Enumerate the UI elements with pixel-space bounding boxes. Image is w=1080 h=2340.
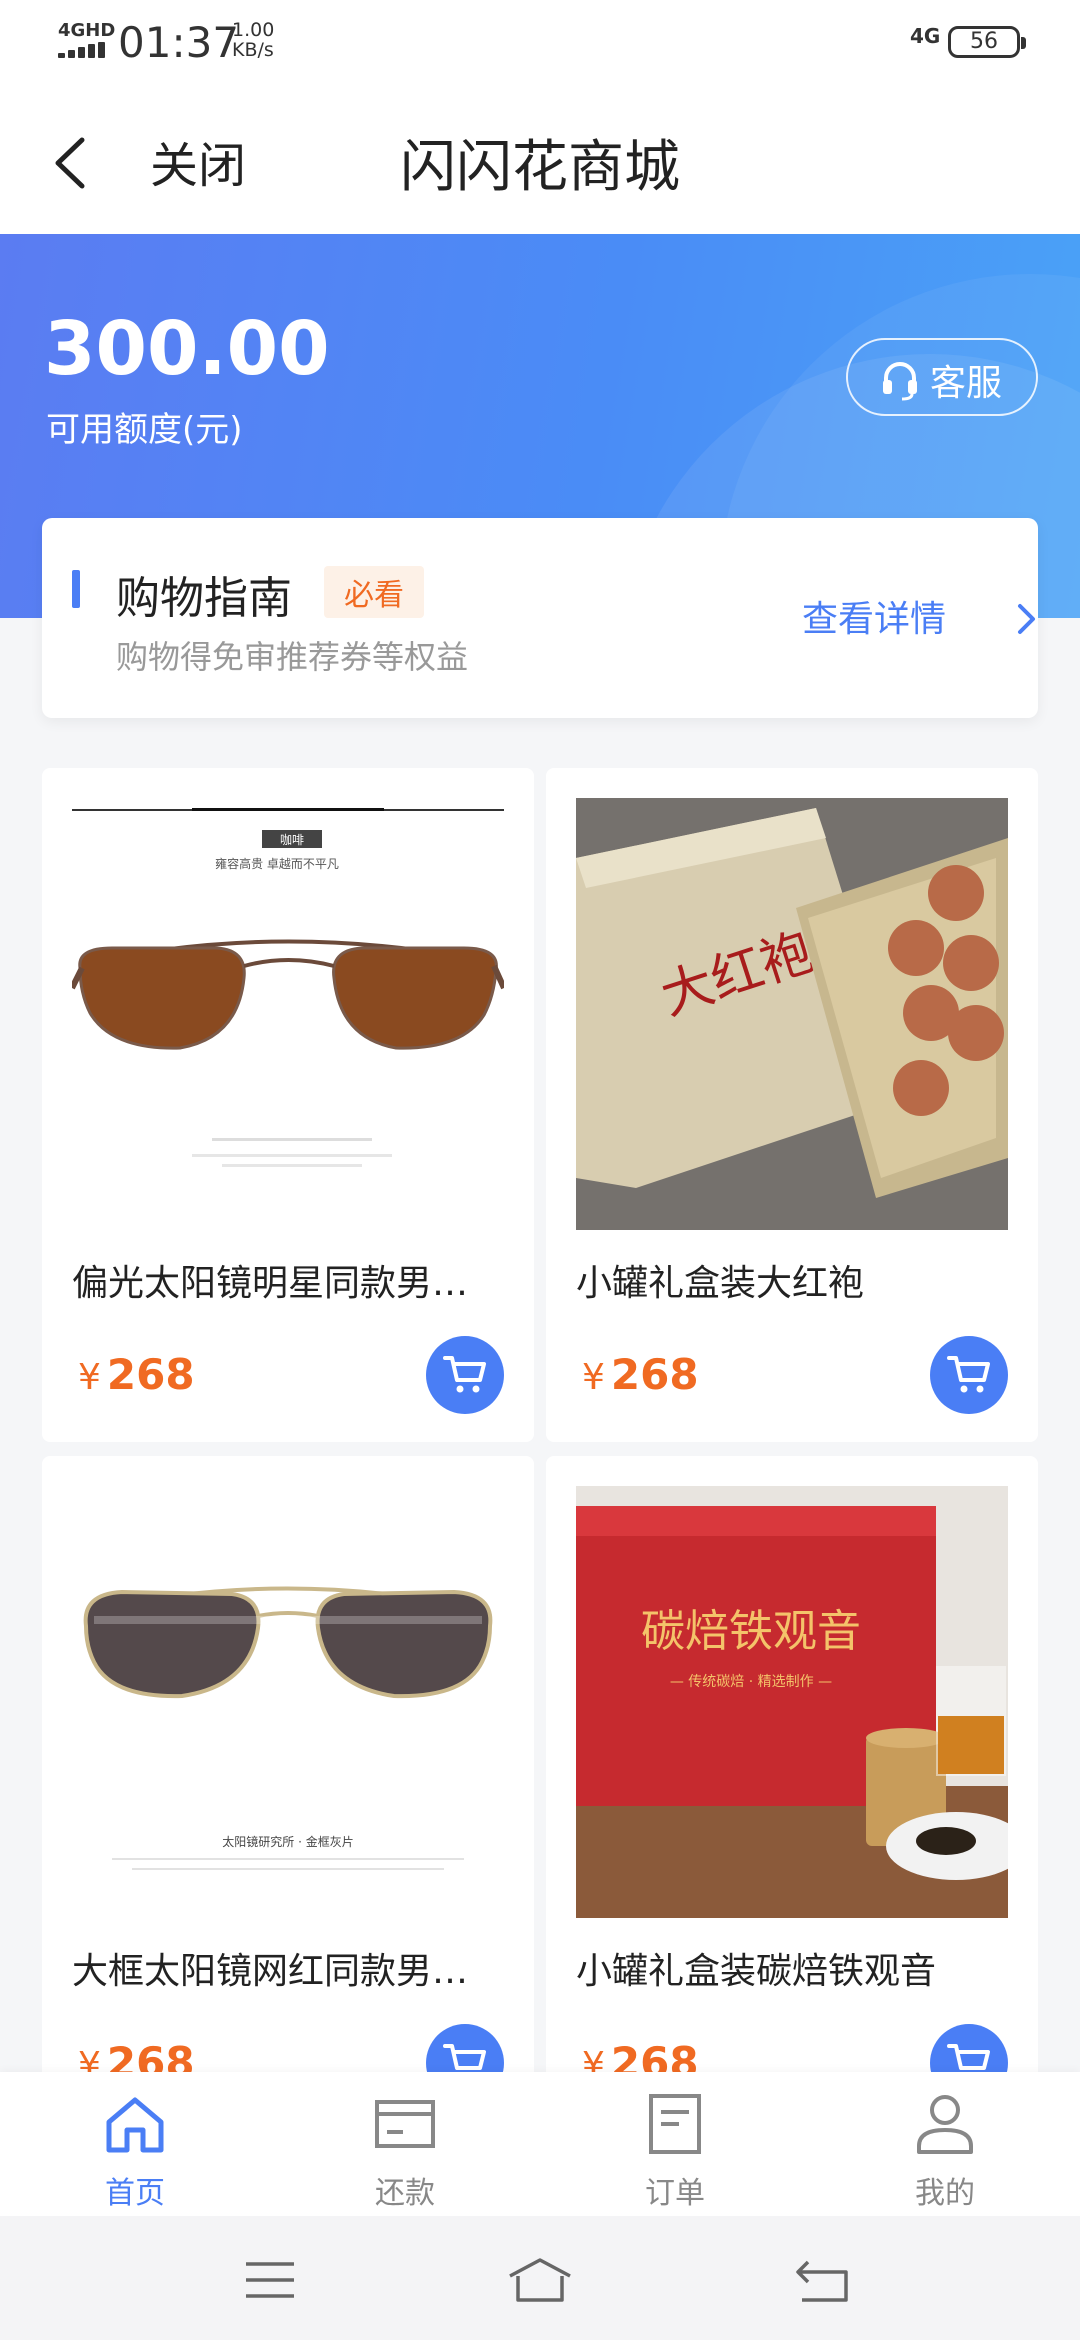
currency-symbol: ¥ (78, 1357, 101, 1398)
image-caption: 雍容高贵 卓越而不平凡 (215, 856, 339, 871)
accent-bar (72, 570, 80, 608)
profile-icon (917, 2095, 973, 2154)
price-value: 268 (610, 1350, 699, 1399)
title-bar: 关闭 闪闪花商城 (0, 82, 1080, 234)
home-button[interactable] (500, 2252, 580, 2308)
cart-icon (947, 1356, 990, 1393)
product-card[interactable]: 太阳镜研究所 · 金框灰片 大框太阳镜网红同款男士… ¥268 (42, 1456, 534, 2130)
product-name: 小罐礼盒装大红袍 (576, 1263, 865, 1304)
price-value: 268 (106, 1350, 195, 1399)
close-button[interactable]: 关闭 (150, 126, 246, 196)
tab-label: 首页 (105, 2176, 165, 2211)
network-speed: 1.00 KB/s (232, 20, 274, 60)
chevron-right-icon (1018, 604, 1035, 634)
page-title: 闪闪花商城 (400, 135, 680, 200)
view-details-link[interactable]: 查看详情 (802, 590, 946, 642)
must-read-badge: 必看 (324, 566, 424, 618)
product-price: ¥268 (582, 1350, 699, 1399)
add-to-cart-button[interactable] (426, 1336, 504, 1414)
tab-repayment[interactable]: 还款 (270, 2072, 540, 2216)
card-icon (375, 2100, 435, 2148)
product-card[interactable]: 咖啡 雍容高贵 卓越而不平凡 偏光太阳镜明星同款男士… ¥268 (42, 768, 534, 1442)
product-image: 大红袍 (576, 798, 1008, 1230)
system-nav-bar (0, 2216, 1080, 2340)
product-name: 偏光太阳镜明星同款男士… (72, 1263, 492, 1304)
product-name: 大框太阳镜网红同款男士… (72, 1951, 492, 1992)
chevron-left-icon (55, 137, 85, 189)
status-bar: 4GHD 01:37 1.00 KB/s 4G 56 (0, 0, 1080, 82)
home-icon (106, 2097, 164, 2153)
product-image: 咖啡 雍容高贵 卓越而不平凡 (72, 798, 504, 1230)
shopping-guide-card[interactable]: 购物指南 必看 购物得免审推荐券等权益 查看详情 (42, 518, 1038, 718)
cart-icon (443, 1356, 486, 1393)
order-icon (649, 2094, 701, 2154)
home-outline-icon (509, 2258, 571, 2302)
image-caption: 太阳镜研究所 · 金框灰片 (222, 1834, 353, 1849)
guide-subtitle: 购物得免审推荐券等权益 (116, 638, 469, 676)
credit-amount: 300.00 (44, 306, 330, 392)
currency-symbol: ¥ (582, 1357, 605, 1398)
product-price: ¥268 (78, 1350, 195, 1399)
battery-icon: 56 (948, 26, 1026, 58)
tab-orders[interactable]: 订单 (540, 2072, 810, 2216)
credit-label: 可用额度(元) (46, 410, 243, 450)
bottom-tab-bar: 首页 还款 订单 我的 (0, 2072, 1080, 2216)
customer-service-button[interactable]: 客服 (846, 338, 1038, 416)
mobile-data-indicator: 4G (910, 24, 941, 48)
network-type: 4GHD (58, 20, 116, 41)
product-name: 小罐礼盒装碳焙铁观音 (576, 1951, 937, 1992)
tab-home[interactable]: 首页 (0, 2072, 270, 2216)
speed-value: 1.00 (232, 19, 275, 41)
customer-service-label: 客服 (930, 363, 1003, 404)
clock: 01:37 (118, 18, 240, 67)
image-label: 咖啡 (280, 832, 304, 847)
product-card[interactable]: 大红袍 小罐礼盒装大红袍 ¥268 (546, 768, 1038, 1442)
image-caption: — 传统碳焙 · 精选制作 — (670, 1674, 832, 1690)
tab-label: 我的 (915, 2176, 975, 2211)
product-card[interactable]: 碳焙铁观音 — 传统碳焙 · 精选制作 — 小罐礼盒装碳焙铁观音 ¥268 (546, 1456, 1038, 2130)
image-label: 碳焙铁观音 (641, 1606, 861, 1657)
tab-label: 订单 (645, 2176, 705, 2211)
guide-title: 购物指南 (116, 573, 292, 624)
menu-icon (246, 2262, 294, 2298)
product-image: 太阳镜研究所 · 金框灰片 (72, 1486, 504, 1918)
signal-icon (58, 42, 106, 58)
tab-label: 还款 (375, 2176, 435, 2211)
headset-icon (883, 362, 917, 401)
add-to-cart-button[interactable] (930, 1336, 1008, 1414)
back-button[interactable] (40, 122, 100, 202)
product-image: 碳焙铁观音 — 传统碳焙 · 精选制作 — (576, 1486, 1008, 1918)
speed-unit: KB/s (232, 39, 274, 61)
back-arrow-icon (796, 2260, 848, 2302)
back-nav-button[interactable] (782, 2252, 862, 2308)
tab-profile[interactable]: 我的 (810, 2072, 1080, 2216)
recent-apps-button[interactable] (230, 2252, 310, 2308)
